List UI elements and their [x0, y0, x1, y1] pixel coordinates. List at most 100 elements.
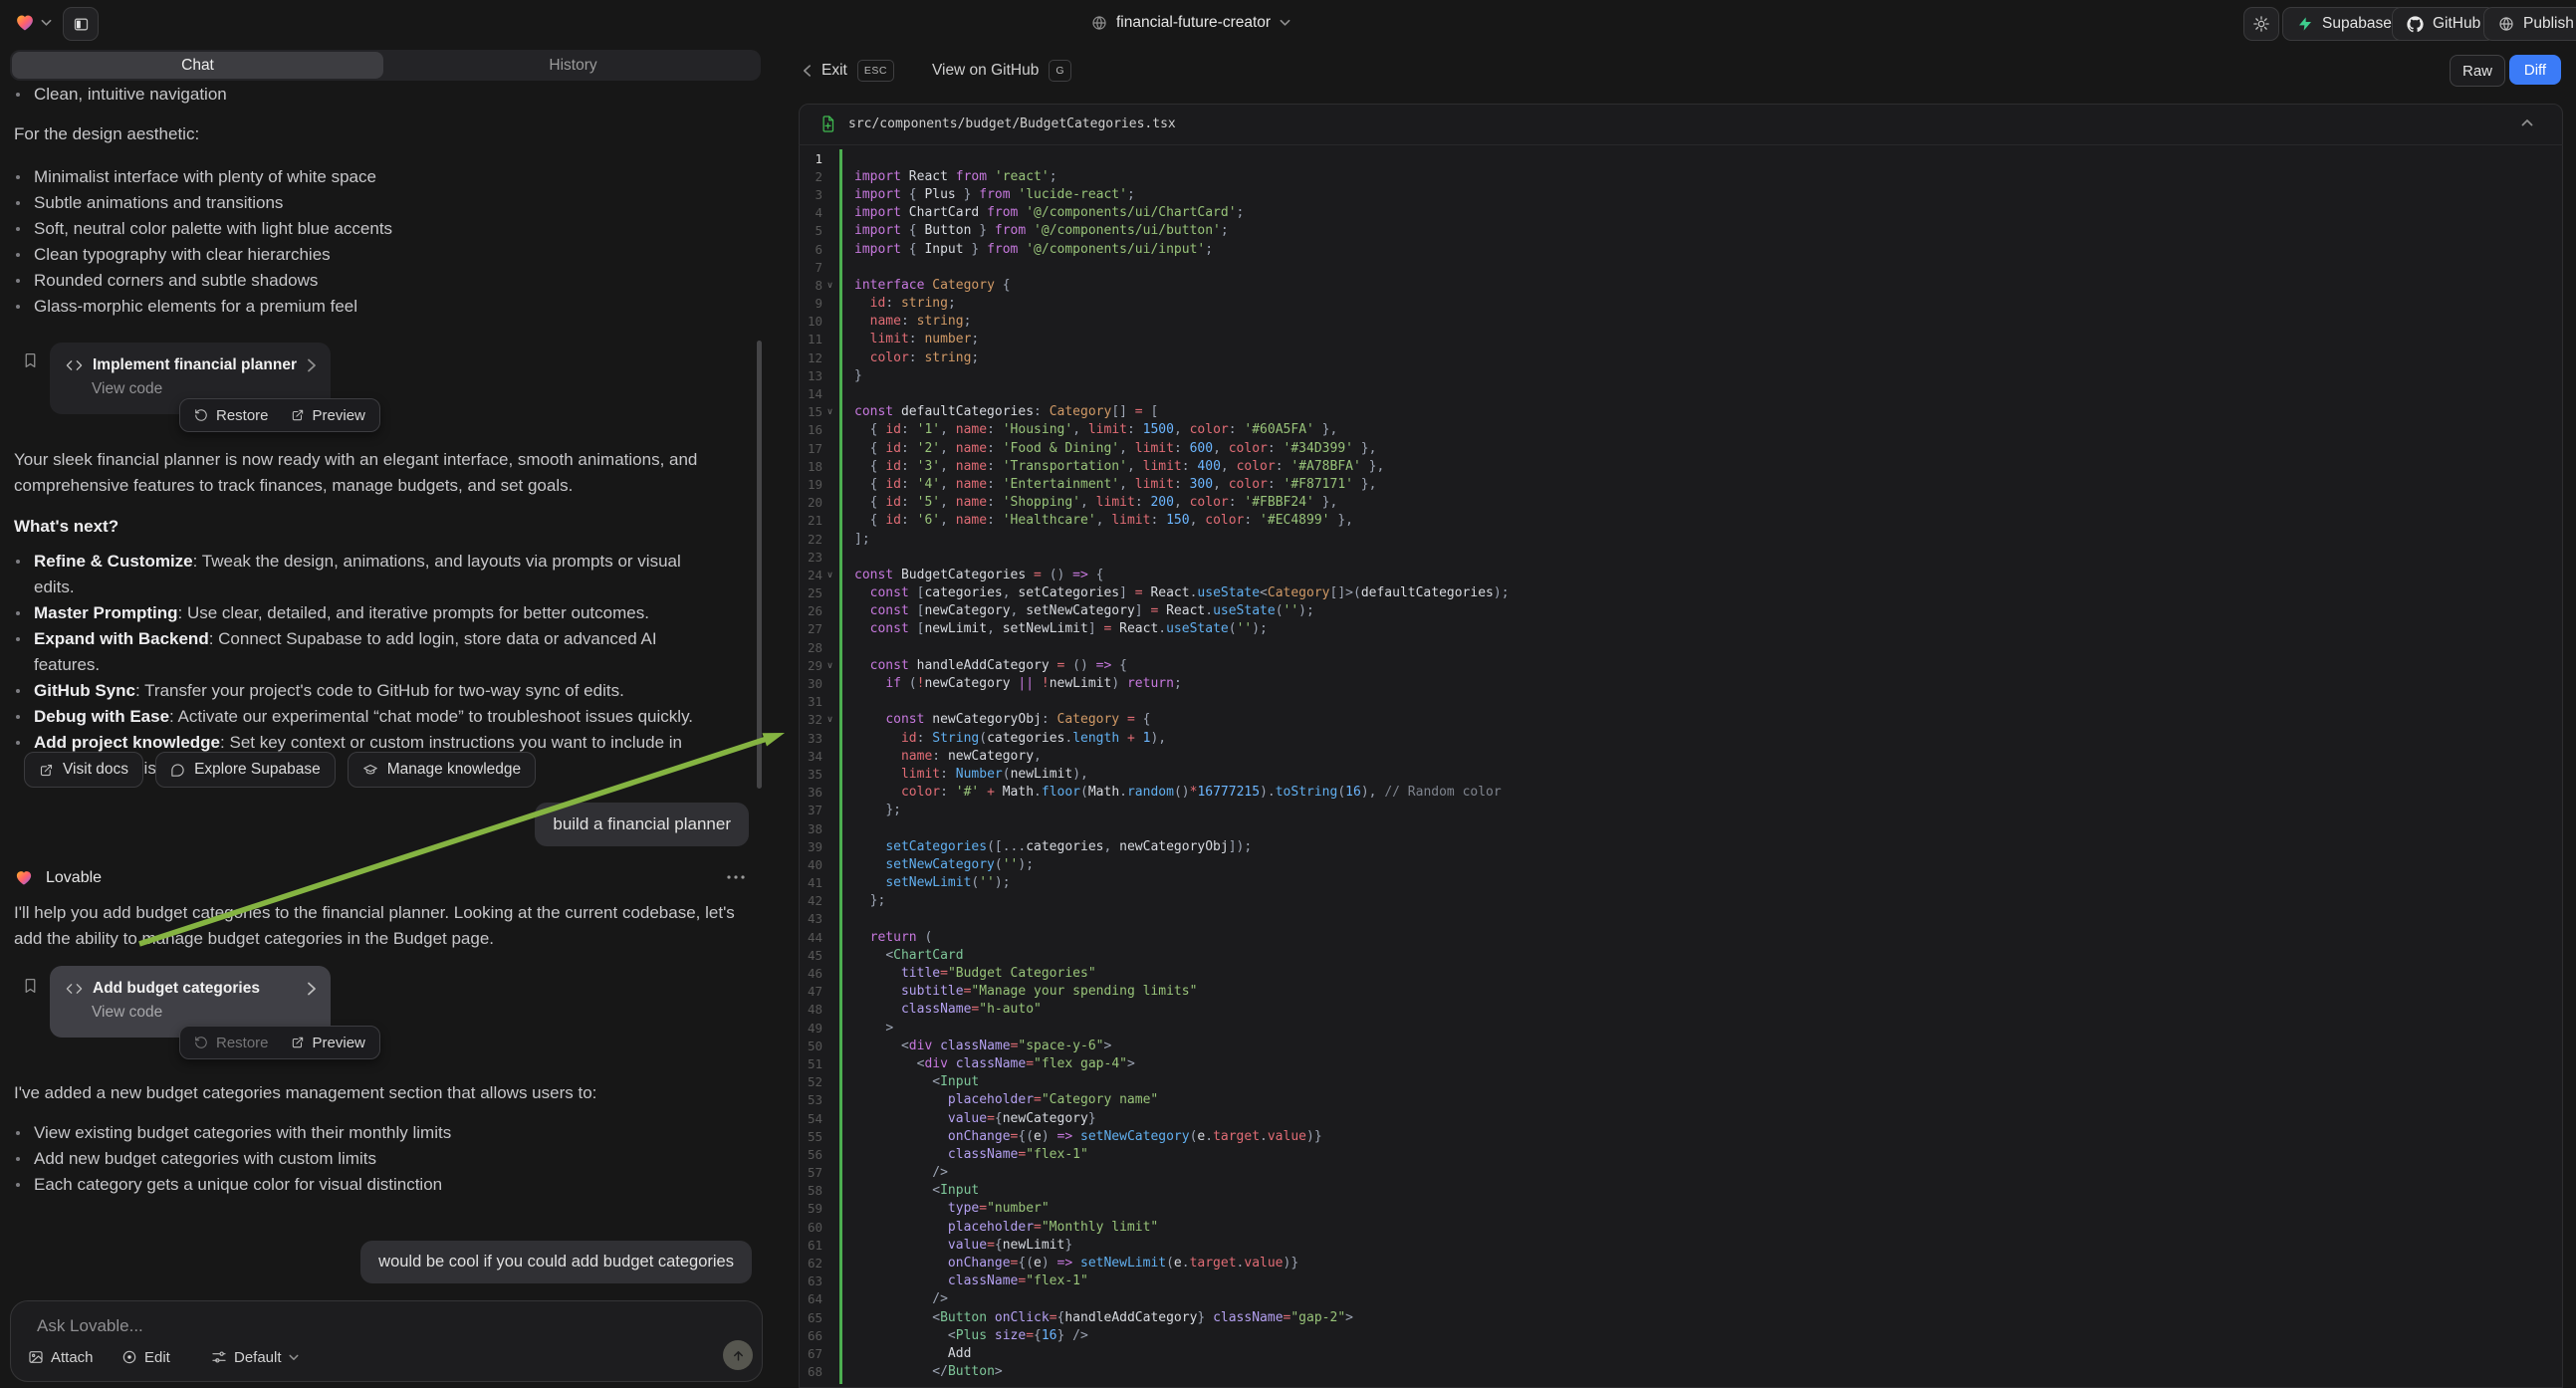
code-line: 30 if (!newCategory || !newLimit) return…: [799, 674, 2559, 692]
code-line: 21 { id: '6', name: 'Healthcare', limit:…: [799, 512, 2559, 530]
list-item: Each category gets a unique color for vi…: [0, 1172, 747, 1198]
code-line: 51 <div className="flex gap-4">: [799, 1054, 2559, 1072]
bookmark-icon[interactable]: [22, 976, 39, 996]
code-line: 27 const [newLimit, setNewLimit] = React…: [799, 620, 2559, 638]
list-item: Subtle animations and transitions: [0, 190, 747, 216]
visit-docs-button[interactable]: Visit docs: [24, 752, 143, 788]
code-lines[interactable]: 12import React from 'react';3import { Pl…: [799, 149, 2559, 1384]
settings-button[interactable]: [2243, 7, 2279, 41]
code-line: 48 className="h-auto": [799, 1001, 2559, 1019]
supabase-button[interactable]: Supabase: [2282, 7, 2407, 41]
list-item: Minimalist interface with plenty of whit…: [0, 164, 747, 190]
send-button[interactable]: [723, 1340, 753, 1370]
code-line: 35 limit: Number(newLimit),: [799, 765, 2559, 783]
whats-next-list: Refine & Customize: Tweak the design, an…: [0, 549, 723, 782]
code-line: 56 className="flex-1": [799, 1145, 2559, 1163]
code-line: 55 onChange={(e) => setNewCategory(e.tar…: [799, 1127, 2559, 1145]
publish-globe-icon: [2498, 16, 2514, 32]
code-line: 44 return (: [799, 928, 2559, 946]
preview-button[interactable]: Preview: [291, 407, 365, 424]
list-item: Master Prompting: Use clear, detailed, a…: [0, 600, 723, 626]
code-line: 8∨interface Category {: [799, 276, 2559, 294]
code-line: 67 Add: [799, 1344, 2559, 1362]
code-line: 13}: [799, 366, 2559, 384]
restore-button[interactable]: Restore: [194, 407, 269, 424]
back-chevron-icon[interactable]: [803, 64, 812, 78]
view-code-link[interactable]: View code: [92, 1004, 331, 1022]
mode-chevron-down-icon: [289, 1354, 299, 1361]
code-line: 34 name: newCategory,: [799, 747, 2559, 765]
view-code-link[interactable]: View code: [92, 380, 331, 398]
raw-toggle-button[interactable]: Raw: [2450, 55, 2505, 87]
code-line: 37 };: [799, 802, 2559, 819]
publish-label: Publish: [2523, 15, 2574, 33]
top-bar: financial-future-creator Supabase GitHub: [0, 0, 2576, 46]
code-line: 24∨const BudgetCategories = () => {: [799, 566, 2559, 583]
project-globe-icon: [1091, 15, 1107, 31]
code-line: 25 const [categories, setCategories] = R…: [799, 584, 2559, 602]
version-actions-pill: Restore Preview: [179, 1026, 380, 1059]
manage-knowledge-button[interactable]: Manage knowledge: [348, 752, 536, 788]
whats-next-heading: What's next?: [14, 517, 118, 537]
code-line: 60 placeholder="Monthly limit": [799, 1218, 2559, 1236]
list-item: Soft, neutral color palette with light b…: [0, 216, 747, 242]
code-line: 2import React from 'react';: [799, 167, 2559, 185]
code-line: 58 <Input: [799, 1182, 2559, 1200]
code-line: 23: [799, 548, 2559, 566]
github-label: GitHub: [2433, 15, 2480, 33]
code-line: 63 className="flex-1": [799, 1272, 2559, 1290]
code-line: 39 setCategories([...categories, newCate…: [799, 837, 2559, 855]
code-line: 29∨ const handleAddCategory = () => {: [799, 656, 2559, 674]
design-heading: For the design aesthetic:: [14, 121, 199, 147]
sidebar-toggle-button[interactable]: [63, 7, 99, 41]
user-message-chip: would be cool if you could add budget ca…: [360, 1241, 752, 1283]
collapse-chevron-up-icon[interactable]: [2521, 118, 2533, 126]
code-line: 40 setNewCategory('');: [799, 855, 2559, 873]
code-line: 11 limit: number;: [799, 331, 2559, 348]
view-on-github-button[interactable]: View on GitHub: [932, 62, 1039, 80]
code-line: 5import { Button } from '@/components/ui…: [799, 222, 2559, 240]
lovable-logo-icon[interactable]: [14, 12, 36, 33]
list-item: GitHub Sync: Transfer your project's cod…: [0, 678, 723, 704]
code-icon: [66, 982, 83, 996]
code-line: 46 title="Budget Categories": [799, 964, 2559, 982]
explore-supabase-button[interactable]: Explore Supabase: [155, 752, 336, 788]
code-line: 16 { id: '1', name: 'Housing', limit: 15…: [799, 421, 2559, 439]
code-line: 43: [799, 910, 2559, 928]
preview-button[interactable]: Preview: [291, 1035, 365, 1051]
chat-input[interactable]: [35, 1315, 636, 1337]
diff-added-bar: [839, 149, 842, 1384]
attach-button[interactable]: Attach: [28, 1346, 94, 1368]
restore-button[interactable]: Restore: [194, 1035, 269, 1051]
assistant-message: I'll help you add budget categories to t…: [14, 900, 759, 952]
code-line: 26 const [newCategory, setNewCategory] =…: [799, 602, 2559, 620]
code-line: 20 { id: '5', name: 'Shopping', limit: 2…: [799, 494, 2559, 512]
logo-chevron-down-icon[interactable]: [41, 19, 52, 27]
project-name: financial-future-creator: [1116, 14, 1271, 32]
list-item: Clean typography with clear hierarchies: [0, 242, 747, 268]
tab-chat[interactable]: Chat: [12, 52, 383, 79]
design-bullet-list: Minimalist interface with plenty of whit…: [0, 164, 747, 320]
file-header-row[interactable]: src/components/budget/BudgetCategories.t…: [799, 104, 2563, 145]
code-line: 22];: [799, 530, 2559, 548]
chat-scrollbar[interactable]: [757, 341, 762, 789]
github-button[interactable]: GitHub: [2392, 7, 2495, 41]
message-more-icon[interactable]: [727, 874, 745, 880]
assistant-message: I've added a new budget categories manag…: [14, 1080, 759, 1106]
code-line: 6import { Input } from '@/components/ui/…: [799, 240, 2559, 258]
file-path: src/components/budget/BudgetCategories.t…: [848, 116, 1176, 131]
bookmark-icon[interactable]: [22, 350, 39, 370]
edit-mode-button[interactable]: Edit: [121, 1346, 170, 1368]
user-message-chip: build a financial planner: [535, 803, 749, 846]
diff-toggle-button[interactable]: Diff: [2509, 55, 2561, 85]
app-window: financial-future-creator Supabase GitHub: [0, 0, 2576, 1388]
model-selector[interactable]: Default: [211, 1346, 299, 1368]
project-switcher[interactable]: financial-future-creator: [1091, 7, 1290, 39]
code-line: 45 <ChartCard: [799, 946, 2559, 964]
publish-button[interactable]: Publish: [2483, 7, 2576, 41]
tab-history[interactable]: History: [387, 52, 759, 79]
exit-button[interactable]: Exit: [821, 62, 847, 80]
quick-actions-row: Visit docs Explore Supabase Manage knowl…: [24, 752, 536, 788]
code-line: 3import { Plus } from 'lucide-react';: [799, 185, 2559, 203]
code-line: 52 <Input: [799, 1073, 2559, 1091]
